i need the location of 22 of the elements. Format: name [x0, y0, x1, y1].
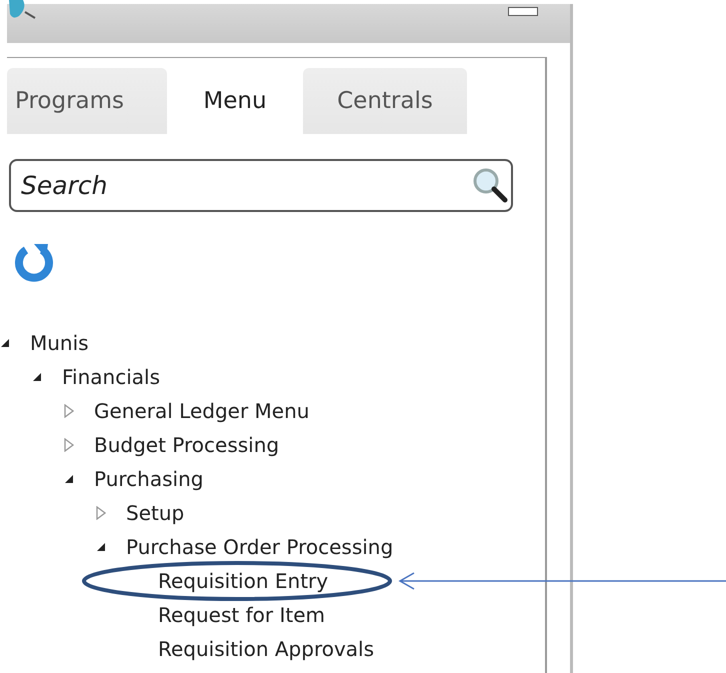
minimize-button[interactable] — [508, 7, 538, 16]
tree-item[interactable]: Munis — [30, 331, 89, 355]
tree-item[interactable]: Request for Item — [158, 603, 325, 627]
expanded-triangle-icon[interactable] — [96, 542, 106, 552]
collapsed-triangle-icon[interactable] — [64, 404, 74, 418]
tree-item[interactable]: Purchase Order Processing — [126, 535, 394, 559]
tree-item[interactable]: Setup — [126, 501, 184, 525]
expanded-triangle-icon[interactable] — [0, 338, 10, 348]
refresh-icon[interactable] — [12, 242, 54, 282]
tree-item[interactable]: Purchasing — [94, 467, 204, 491]
tree-item[interactable]: Budget Processing — [94, 433, 280, 457]
expanded-triangle-icon[interactable] — [64, 474, 74, 484]
tree-item[interactable]: General Ledger Menu — [94, 399, 310, 423]
expanded-triangle-icon[interactable] — [32, 372, 42, 382]
collapsed-triangle-icon[interactable] — [64, 438, 74, 452]
tab[interactable]: Centrals — [303, 68, 467, 134]
tree-item[interactable]: Requisition Approvals — [158, 637, 374, 661]
tree-item[interactable]: Financials — [62, 365, 160, 389]
collapsed-triangle-icon[interactable] — [96, 506, 106, 520]
search-field[interactable]: Search — [9, 159, 513, 212]
search-icon[interactable] — [471, 166, 509, 204]
tab[interactable]: Programs — [7, 68, 167, 134]
